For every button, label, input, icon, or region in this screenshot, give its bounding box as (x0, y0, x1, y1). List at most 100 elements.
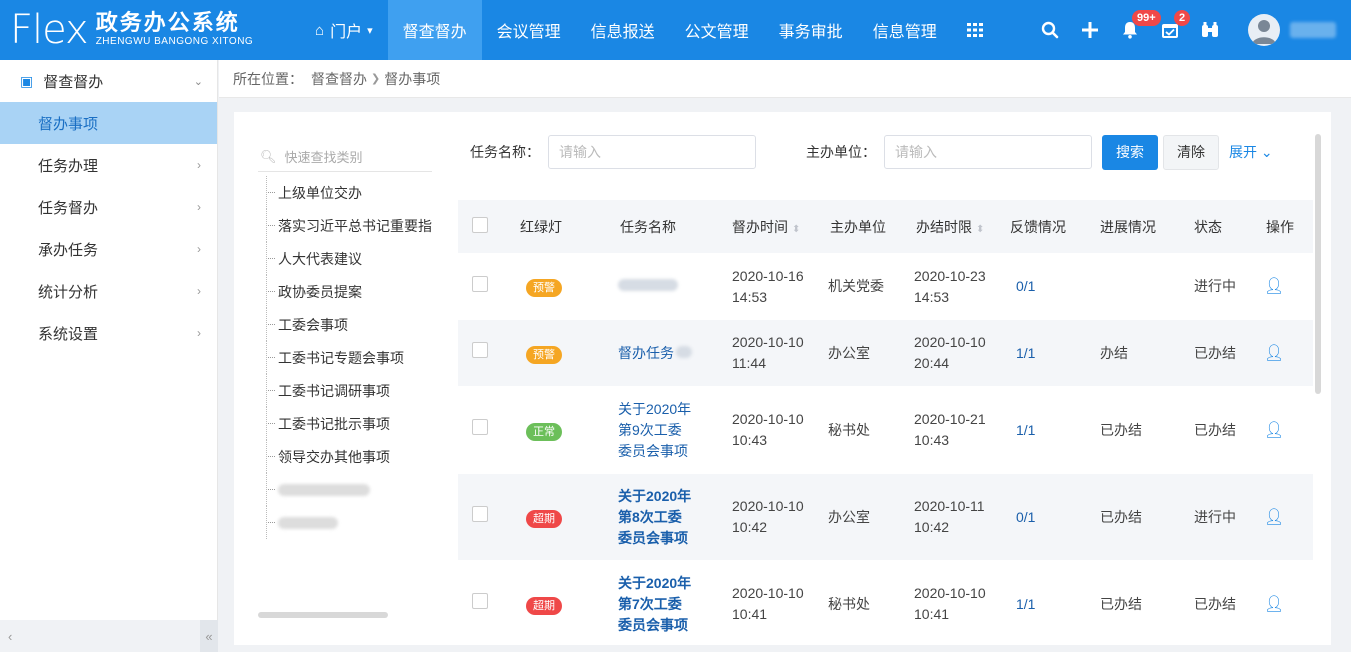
tree-item[interactable]: 落实习近平总书记重要指 (258, 209, 432, 242)
assign-user-icon[interactable]: 👤︎ (1264, 278, 1284, 295)
tree-item[interactable]: 上级单位交办 (258, 176, 432, 209)
nav-item-info-submission[interactable]: 信息报送 (576, 0, 670, 60)
nav-item-approvals[interactable]: 事务审批 (764, 0, 858, 60)
sidebar-item-statistics[interactable]: 统计分析 › (0, 270, 217, 312)
tree-search[interactable]: 🔍︎ 快速查找类别 (258, 142, 432, 172)
row-checkbox[interactable] (472, 342, 488, 358)
unit-cell: 秘书处 (828, 421, 870, 438)
username[interactable] (1290, 22, 1336, 38)
nav-item-portal[interactable]: ⌂ 门户 ▾ (300, 0, 388, 60)
assign-user-icon[interactable]: 👤︎ (1264, 422, 1284, 439)
feedback-cell: 0/1 (1006, 253, 1096, 320)
table-row[interactable]: 超期 关于2020年第8次工委委员会事项 2020-10-10 10:42 办公… (458, 474, 1313, 560)
tree-item[interactable]: 领导交办其他事项 (258, 440, 432, 473)
feedback-link[interactable]: 1/1 (1010, 596, 1035, 612)
tree-item[interactable]: 工委书记调研事项 (258, 374, 432, 407)
assign-user-icon[interactable]: 👤︎ (1264, 345, 1284, 362)
deadline-cell: 2020-10-10 20:44 (914, 334, 986, 371)
expand-button[interactable]: 展开 ⌄ (1229, 142, 1273, 162)
main-nav: ⌂ 门户 ▾ 督查督办 会议管理 信息报送 公文管理 事务审批 信息管理 (300, 0, 998, 60)
nav-item-meetings[interactable]: 会议管理 (482, 0, 576, 60)
clear-button[interactable]: 清除 (1163, 134, 1219, 170)
sidebar-section-header[interactable]: ▣ 督查督办 ⌄ (0, 60, 217, 102)
apps-grid-button[interactable] (952, 0, 998, 60)
task-name-input[interactable] (548, 135, 756, 169)
feedback-link[interactable]: 0/1 (1010, 278, 1035, 294)
sidebar-section-label: 督查督办 (43, 73, 104, 91)
select-all-cell (458, 200, 504, 253)
sort-icon[interactable]: ⬍ (792, 224, 800, 235)
row-checkbox[interactable] (472, 506, 488, 522)
row-checkbox[interactable] (472, 419, 488, 435)
feedback-link[interactable]: 1/1 (1010, 345, 1035, 361)
feedback-cell: 1/1 (1006, 386, 1096, 474)
binoculars-button[interactable] (1190, 0, 1230, 60)
task-name-link[interactable]: 关于2020年第9次工委委员会事项 (618, 401, 691, 459)
column-header-sortable[interactable]: 督办时间 ⬍ (712, 200, 814, 253)
sidebar-item-settings[interactable]: 系统设置 › (0, 312, 217, 354)
search-icon (1041, 21, 1059, 39)
tree-item-redacted[interactable] (258, 473, 432, 506)
sidebar-item-assigned-tasks[interactable]: 承办任务 › (0, 228, 217, 270)
sidebar-item-task-supervision[interactable]: 任务督办 › (0, 186, 217, 228)
tree-item-label: 政协委员提案 (278, 283, 362, 300)
tree-item[interactable]: 工委会事项 (258, 308, 432, 341)
table-row[interactable]: 预警 2020-10-16 14:53 机关党委 2020-10-23 14:5… (458, 253, 1313, 320)
light-cell: 正常 (504, 386, 600, 474)
row-checkbox[interactable] (472, 275, 488, 292)
main-card: 🔍︎ 快速查找类别 上级单位交办 落实习近平总书记重要指 人大代表建议 政协委员… (234, 112, 1331, 645)
task-name-cell: 关于2020年第8次工委委员会事项 (600, 474, 712, 560)
column-header-sortable[interactable]: 办结时限 ⬍ (904, 200, 1006, 253)
time-cell: 2020-10-10 10:41 (732, 585, 804, 622)
assign-user-icon[interactable]: 👤︎ (1264, 596, 1284, 613)
select-all-checkbox[interactable] (472, 217, 488, 233)
table-row[interactable]: 正常 关于2020年第9次工委委员会事项 2020-10-10 10:43 秘书… (458, 386, 1313, 474)
breadcrumb-item: 督办事项 (384, 70, 441, 87)
row-checkbox[interactable] (472, 593, 488, 609)
vertical-scrollbar[interactable] (1315, 134, 1321, 394)
task-name-link[interactable]: 关于2020年第7次工委委员会事项 (618, 575, 691, 633)
avatar[interactable] (1248, 14, 1280, 46)
search-button[interactable]: 搜索 (1102, 134, 1158, 170)
breadcrumb-item[interactable]: 督查督办 (311, 69, 367, 89)
tree-item[interactable]: 政协委员提案 (258, 275, 432, 308)
task-name-cell: 督办任务 (600, 320, 712, 386)
column-header: 红绿灯 (504, 200, 600, 253)
unit-input[interactable] (884, 135, 1092, 169)
nav-item-documents[interactable]: 公文管理 (670, 0, 764, 60)
sort-icon[interactable]: ⬍ (976, 224, 984, 235)
tree-item-redacted[interactable] (258, 506, 432, 539)
collapse-sidebar-button[interactable]: « (200, 620, 218, 652)
nav-item-label: 信息报送 (590, 24, 655, 41)
nav-item-label: 公文管理 (684, 24, 749, 41)
tree-item[interactable]: 工委书记专题会事项 (258, 341, 432, 374)
task-name-link[interactable]: 督办任务 (618, 345, 674, 361)
table-row[interactable]: 超期 关于2020年第7次工委委员会事项 2020-10-10 10:41 秘书… (458, 560, 1313, 640)
unit-cell: 机关党委 (828, 278, 884, 294)
feedback-link[interactable]: 1/1 (1010, 422, 1035, 438)
table-row[interactable]: 预警 督办任务 2020-10-10 11:44 办公室 2020-10-10 … (458, 320, 1313, 386)
home-icon: ⌂ (315, 21, 325, 39)
column-header-label: 任务名称 (620, 218, 676, 235)
breadcrumb: 所在位置： 督查督办 ❯ 督办事项 (219, 60, 1351, 98)
calendar-button[interactable]: 2 (1150, 0, 1191, 60)
task-name-redacted[interactable] (618, 279, 678, 291)
feedback-link[interactable]: 0/1 (1010, 509, 1035, 525)
sidebar-item-task-handling[interactable]: 任务办理 › (0, 144, 217, 186)
add-button[interactable] (1070, 0, 1110, 60)
column-header-label: 状态 (1194, 218, 1222, 235)
column-header-label: 进展情况 (1100, 218, 1156, 235)
tree-item[interactable]: 工委书记批示事项 (258, 407, 432, 440)
plus-icon (1082, 22, 1098, 38)
sidebar-item-supervision-items[interactable]: 督办事项 (0, 102, 217, 144)
nav-item-info-management[interactable]: 信息管理 (858, 0, 952, 60)
horizontal-scrollbar[interactable] (258, 612, 388, 618)
task-name-link[interactable]: 关于2020年第8次工委委员会事项 (618, 488, 691, 546)
assign-user-icon[interactable]: 👤︎ (1264, 509, 1284, 526)
nav-item-supervision[interactable]: 督查督办 (387, 0, 482, 60)
tree-item[interactable]: 人大代表建议 (258, 242, 432, 275)
notifications-button[interactable]: 99+ (1110, 0, 1161, 60)
chevron-left-icon[interactable]: ‹ (8, 629, 12, 644)
app-logo[interactable]: Flex 政务办公系统 ZHENGWU BANGONG XITONG (0, 0, 300, 60)
search-button[interactable] (1030, 0, 1070, 60)
